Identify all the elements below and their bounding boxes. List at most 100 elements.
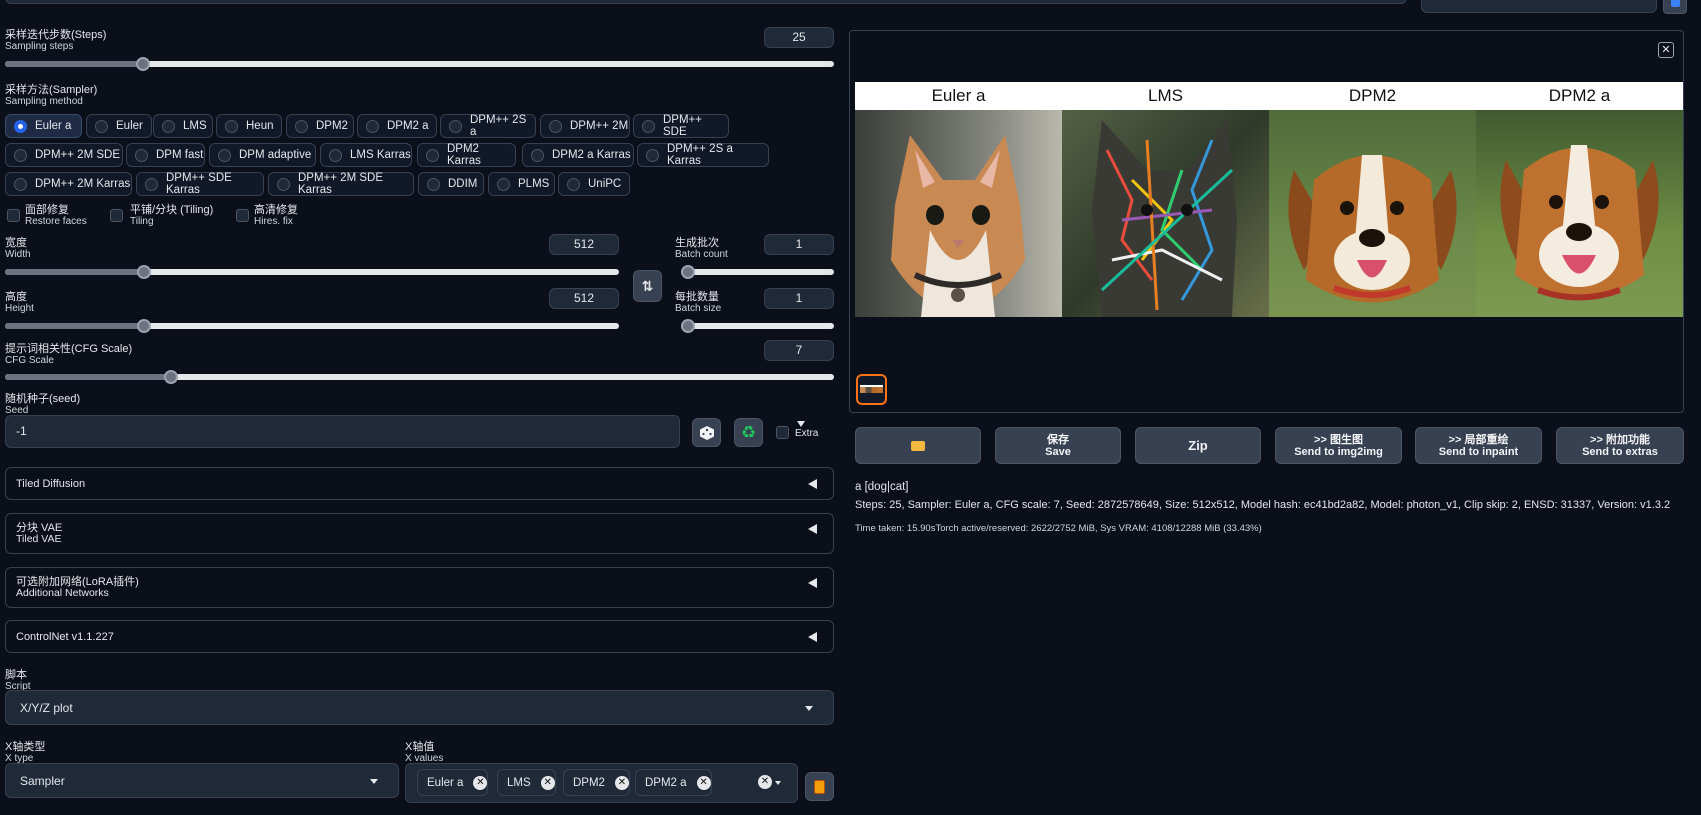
xvalue-tag[interactable]: Euler a ✕ xyxy=(417,769,489,796)
xvalues-dropdown-icon[interactable] xyxy=(775,781,781,785)
xvalue-tag[interactable]: LMS ✕ xyxy=(497,769,556,796)
tiling-checkbox[interactable] xyxy=(110,209,123,222)
grid-image-dpm2[interactable] xyxy=(1269,110,1476,317)
remove-tag-icon[interactable]: ✕ xyxy=(473,775,488,790)
radio-icon xyxy=(145,177,158,191)
sampler-option[interactable]: DPM++ 2M SDE Karras xyxy=(268,172,414,196)
grid-image-dpm2a[interactable] xyxy=(1476,110,1683,317)
close-gallery-button[interactable]: ✕ xyxy=(1658,42,1674,58)
sampler-option[interactable]: DPM2 xyxy=(286,114,354,138)
clear-all-icon[interactable]: ✕ xyxy=(758,775,772,789)
sampler-option[interactable]: DPM adaptive xyxy=(209,143,316,167)
sampler-option[interactable]: DPM++ 2M Karras xyxy=(5,172,132,196)
width-input[interactable]: 512 xyxy=(549,234,619,255)
sampler-option[interactable]: DPM++ SDE xyxy=(633,114,729,138)
fill-values-button[interactable] xyxy=(805,772,834,801)
gallery-thumbnail[interactable] xyxy=(856,374,887,405)
slider-thumb[interactable] xyxy=(136,265,151,279)
seed-extra-checkbox[interactable] xyxy=(776,426,789,439)
radio-icon xyxy=(567,177,580,191)
tiled-vae-accordion[interactable]: 分块 VAE Tiled VAE xyxy=(5,513,834,554)
cfg-cn: 提示词相关性(CFG Scale) xyxy=(5,343,133,355)
radio-icon xyxy=(162,119,175,133)
sampler-option[interactable]: DPM++ 2S a Karras xyxy=(637,143,769,167)
script-dropdown[interactable]: X/Y/Z plot xyxy=(5,690,834,725)
sampler-option[interactable]: DPM2 a xyxy=(357,114,437,138)
tiled-diffusion-accordion[interactable]: Tiled Diffusion xyxy=(5,467,834,500)
send-to-inpaint-button[interactable]: >> 局部重绘 Send to inpaint xyxy=(1415,427,1542,464)
grid-image-cat[interactable] xyxy=(855,110,1062,317)
remove-tag-icon[interactable]: ✕ xyxy=(696,775,711,790)
batch-count-input[interactable]: 1 xyxy=(764,234,834,255)
xtype-dropdown[interactable]: Sampler xyxy=(5,763,399,798)
extras-cn: >> 附加功能 xyxy=(1590,433,1650,446)
radio-icon xyxy=(497,177,510,191)
batch-size-input[interactable]: 1 xyxy=(764,288,834,309)
sampler-option[interactable]: DPM2 a Karras xyxy=(522,143,634,167)
grid-image-lms[interactable] xyxy=(1062,110,1269,317)
open-folder-button[interactable] xyxy=(855,427,981,464)
seed-extra-toggle[interactable]: Extra xyxy=(795,421,818,439)
sampler-option-label: DPM++ 2S a Karras xyxy=(667,143,733,167)
sampler-option-label: DPM fast xyxy=(156,149,204,161)
swap-dimensions-button[interactable]: ⇅ xyxy=(633,270,662,302)
sampler-option[interactable]: DPM fast xyxy=(126,143,205,167)
top-icon-button[interactable] xyxy=(1663,0,1687,14)
cfg-input[interactable]: 7 xyxy=(764,340,834,361)
cfg-slider[interactable] xyxy=(5,374,834,380)
seed-label: 随机种子(seed) Seed xyxy=(5,394,80,417)
radio-icon xyxy=(549,119,562,133)
width-slider[interactable] xyxy=(5,269,619,275)
width-cn: 宽度 xyxy=(5,237,27,249)
sampler-option[interactable]: Heun xyxy=(216,114,282,138)
controlnet-accordion[interactable]: ControlNet v1.1.227 xyxy=(5,620,834,653)
slider-thumb[interactable] xyxy=(163,370,178,384)
sampler-option[interactable]: LMS xyxy=(153,114,213,138)
save-button[interactable]: 保存 Save xyxy=(995,427,1121,464)
height-label: 高度 Height xyxy=(5,292,34,315)
prompt-box-edge[interactable] xyxy=(5,0,1407,4)
zip-button[interactable]: Zip xyxy=(1135,427,1261,464)
height-input[interactable]: 512 xyxy=(549,288,619,309)
remove-tag-icon[interactable]: ✕ xyxy=(540,775,555,790)
networks-title: 可选附加网络(LoRA插件) Additional Networks xyxy=(16,577,139,599)
cat-illustration xyxy=(891,135,1025,317)
reuse-seed-button[interactable]: ♻ xyxy=(734,418,763,447)
sampler-option[interactable]: UniPC xyxy=(558,172,630,196)
sampler-option[interactable]: DPM++ SDE Karras xyxy=(136,172,264,196)
xvalue-tag[interactable]: DPM2 ✕ xyxy=(563,769,630,796)
send-to-img2img-button[interactable]: >> 图生图 Send to img2img xyxy=(1275,427,1402,464)
restore-faces-checkbox[interactable] xyxy=(7,209,20,222)
random-seed-button[interactable] xyxy=(692,418,721,447)
additional-networks-accordion[interactable]: 可选附加网络(LoRA插件) Additional Networks xyxy=(5,567,834,608)
batch-size-slider[interactable] xyxy=(681,323,834,329)
hires-checkbox[interactable] xyxy=(236,209,249,222)
zip-label: Zip xyxy=(1188,437,1208,453)
sampler-option[interactable]: DPM++ 2M xyxy=(540,114,630,138)
remove-tag-icon[interactable]: ✕ xyxy=(614,775,629,790)
xvalue-tag[interactable]: DPM2 a ✕ xyxy=(635,769,712,796)
sampler-option[interactable]: DPM2 Karras xyxy=(417,143,516,167)
cfg-label: 提示词相关性(CFG Scale) CFG Scale xyxy=(5,343,133,367)
send-to-extras-button[interactable]: >> 附加功能 Send to extras xyxy=(1556,427,1684,464)
dog-illustration xyxy=(1500,145,1659,301)
height-slider[interactable] xyxy=(5,323,619,329)
sampler-option[interactable]: DDIM xyxy=(418,172,484,196)
steps-input[interactable]: 25 xyxy=(764,27,834,48)
slider-thumb[interactable] xyxy=(136,319,151,333)
sampler-option-label: PLMS xyxy=(518,178,550,190)
slider-thumb[interactable] xyxy=(681,319,695,333)
sampler-option[interactable]: PLMS xyxy=(488,172,555,196)
sampler-option[interactable]: LMS Karras xyxy=(320,143,412,167)
sampler-option[interactable]: Euler xyxy=(86,114,152,138)
steps-slider[interactable] xyxy=(5,61,834,67)
top-dropdown-edge[interactable] xyxy=(1421,0,1657,13)
batch-count-slider[interactable] xyxy=(681,269,834,275)
sampler-option[interactable]: Euler a xyxy=(5,114,82,138)
slider-thumb[interactable] xyxy=(681,265,695,279)
sampler-option[interactable]: DPM++ 2M SDE xyxy=(5,143,123,167)
sampler-option[interactable]: DPM++ 2S a xyxy=(440,114,536,138)
grid-header: DPM2 a xyxy=(1476,82,1683,110)
seed-input[interactable]: -1 xyxy=(5,415,680,448)
slider-thumb[interactable] xyxy=(136,57,151,71)
